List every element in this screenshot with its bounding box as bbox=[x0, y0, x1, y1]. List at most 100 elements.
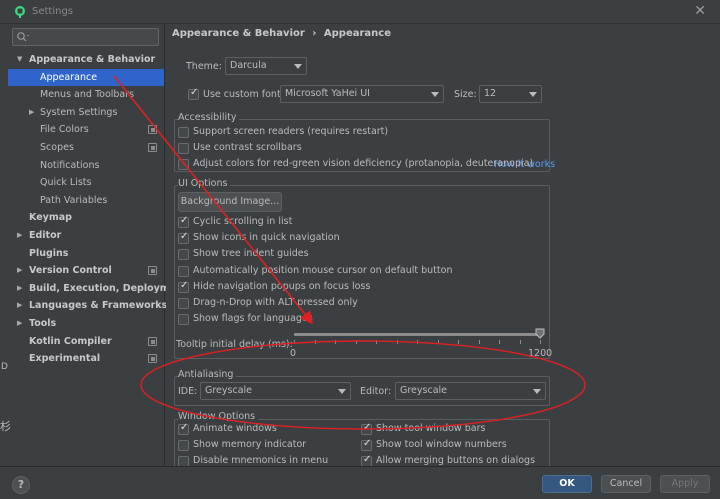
sidebar-item[interactable]: ▶ Version Control bbox=[0, 262, 164, 280]
project-scope-icon bbox=[148, 125, 157, 135]
window-option-label: Animate windows bbox=[193, 423, 277, 434]
font-family-select[interactable]: Microsoft YaHei UI bbox=[280, 85, 444, 103]
ui-option-checkbox[interactable] bbox=[178, 249, 189, 261]
font-size-label: Size: bbox=[454, 89, 477, 100]
chevron-down-icon bbox=[338, 389, 346, 394]
window-option-label: Show tool window bars bbox=[376, 423, 486, 434]
slider-tick bbox=[499, 340, 500, 344]
apply-button: Apply bbox=[660, 475, 710, 493]
window-option-checkbox[interactable] bbox=[361, 438, 372, 451]
cancel-button[interactable]: Cancel bbox=[601, 475, 651, 493]
expanded-arrow-icon[interactable]: ▼ bbox=[17, 51, 22, 69]
sidebar-item[interactable]: ▶ Editor bbox=[0, 227, 164, 245]
chevron-down-icon bbox=[529, 92, 537, 97]
help-button[interactable]: ? bbox=[12, 476, 30, 494]
project-scope-icon bbox=[148, 142, 157, 152]
scrollbar[interactable] bbox=[712, 24, 720, 466]
breadcrumb: Appearance & Behavior › Appearance bbox=[172, 28, 391, 39]
ui-option-label: Drag-n-Drop with ALT pressed only bbox=[193, 297, 358, 308]
sidebar-item[interactable]: Quick Lists bbox=[0, 174, 164, 192]
settings-tree: ▼ Appearance & Behavior Appearance Menus an… bbox=[0, 51, 187, 368]
custom-font-checkbox[interactable] bbox=[188, 87, 199, 100]
sidebar-item-label: Appearance bbox=[40, 71, 98, 83]
window-option-label: Show tool window numbers bbox=[376, 439, 507, 450]
window-option-checkbox[interactable] bbox=[178, 422, 189, 435]
project-scope-icon bbox=[148, 266, 157, 276]
slider-tick bbox=[376, 340, 377, 344]
sidebar-item[interactable]: Kotlin Compiler bbox=[0, 333, 164, 351]
edge-text-glyph: 杉 bbox=[0, 420, 11, 433]
sidebar-item[interactable]: ▶ Build, Execution, Deployment bbox=[0, 280, 187, 298]
ui-option-label: Show icons in quick navigation bbox=[193, 232, 340, 244]
slider-tick bbox=[519, 340, 521, 344]
window-option-checkbox[interactable] bbox=[361, 422, 372, 435]
sidebar-item-label: Path Variables bbox=[40, 194, 108, 206]
tooltip-delay-label: Tooltip initial delay (ms): bbox=[176, 339, 293, 350]
slider-tick bbox=[478, 340, 480, 344]
chevron-down-icon bbox=[431, 92, 439, 97]
sidebar-item[interactable]: ▶ Languages & Frameworks bbox=[0, 297, 168, 315]
accessibility-option-checkbox[interactable] bbox=[178, 143, 189, 154]
accessibility-option-label: Support screen readers (requires restart… bbox=[193, 126, 389, 137]
editor-antialiasing-select[interactable]: Greyscale bbox=[395, 382, 546, 400]
sidebar-item-label: Version Control bbox=[29, 265, 112, 277]
slider-tick bbox=[417, 340, 418, 344]
window-option-label: Disable mnemonics in menu bbox=[193, 455, 329, 466]
ui-option-checkbox[interactable] bbox=[178, 280, 189, 293]
ui-option-checkbox[interactable] bbox=[178, 265, 189, 277]
ui-option-checkbox[interactable] bbox=[178, 298, 189, 309]
accessibility-option-checkbox[interactable] bbox=[178, 127, 189, 138]
sidebar-item[interactable]: Keymap bbox=[0, 209, 164, 227]
chevron-down-icon bbox=[533, 389, 541, 394]
ide-antialiasing-select[interactable]: Greyscale bbox=[200, 382, 351, 400]
sidebar-item[interactable]: Path Variables bbox=[0, 192, 164, 210]
project-scope-icon bbox=[148, 354, 157, 364]
window-option-checkbox[interactable] bbox=[178, 440, 189, 451]
font-size-select[interactable]: 12 bbox=[479, 85, 542, 103]
title-bar: Settings ✕ bbox=[0, 0, 720, 24]
editor-antialiasing-value: Greyscale bbox=[400, 385, 448, 396]
collapsed-arrow-icon[interactable]: ▶ bbox=[17, 297, 22, 315]
slider-min-label: 0 bbox=[290, 348, 297, 359]
sidebar-item[interactable]: ▶ Tools bbox=[0, 315, 164, 333]
sidebar-item-label: Keymap bbox=[29, 212, 72, 224]
sidebar-item[interactable]: Notifications bbox=[0, 157, 164, 175]
theme-select[interactable]: Darcula bbox=[225, 57, 307, 75]
font-size-value: 12 bbox=[484, 88, 497, 99]
sidebar-item[interactable]: Plugins bbox=[0, 245, 164, 263]
slider-tick bbox=[314, 340, 316, 344]
background-image-button[interactable]: Background Image... bbox=[178, 192, 282, 212]
collapsed-arrow-icon[interactable]: ▶ bbox=[17, 280, 22, 298]
collapsed-arrow-icon[interactable]: ▶ bbox=[29, 104, 34, 122]
sidebar-item[interactable]: ▼ Appearance & Behavior bbox=[0, 51, 164, 69]
sidebar-item-label: Languages & Frameworks bbox=[29, 300, 168, 312]
search-input[interactable] bbox=[12, 28, 159, 46]
dialog-footer: ? OK Cancel Apply bbox=[0, 466, 720, 499]
close-icon[interactable]: ✕ bbox=[694, 3, 706, 19]
theme-value: Darcula bbox=[230, 60, 267, 71]
settings-sidebar: ▼ Appearance & Behavior Appearance Menus an… bbox=[0, 24, 187, 466]
slider-thumb[interactable] bbox=[535, 328, 545, 339]
sidebar-item[interactable]: ▶ System Settings bbox=[0, 104, 164, 122]
collapsed-arrow-icon[interactable]: ▶ bbox=[17, 315, 22, 333]
sidebar-item[interactable]: File Colors bbox=[0, 121, 164, 139]
tooltip-delay-slider[interactable] bbox=[294, 333, 540, 336]
sidebar-item-label: Tools bbox=[29, 317, 57, 329]
slider-tick bbox=[458, 340, 459, 344]
antialiasing-title: Antialiasing bbox=[178, 369, 237, 380]
slider-tick bbox=[437, 340, 439, 344]
sidebar-item[interactable]: Scopes bbox=[0, 139, 164, 157]
accessibility-option-checkbox[interactable] bbox=[178, 159, 189, 170]
sidebar-item[interactable]: Menus and Toolbars bbox=[0, 86, 164, 104]
collapsed-arrow-icon[interactable]: ▶ bbox=[17, 262, 22, 280]
ui-option-checkbox[interactable] bbox=[178, 314, 189, 326]
project-scope-icon bbox=[148, 336, 157, 346]
sidebar-item[interactable]: Appearance bbox=[8, 68, 164, 87]
sidebar-item-label: System Settings bbox=[40, 106, 118, 118]
collapsed-arrow-icon[interactable]: ▶ bbox=[17, 227, 22, 245]
sidebar-item[interactable]: Experimental bbox=[0, 350, 164, 368]
slider-tick bbox=[355, 340, 357, 344]
ui-option-checkbox[interactable] bbox=[178, 215, 189, 228]
ok-button[interactable]: OK bbox=[542, 475, 592, 493]
ui-option-checkbox[interactable] bbox=[178, 231, 189, 245]
